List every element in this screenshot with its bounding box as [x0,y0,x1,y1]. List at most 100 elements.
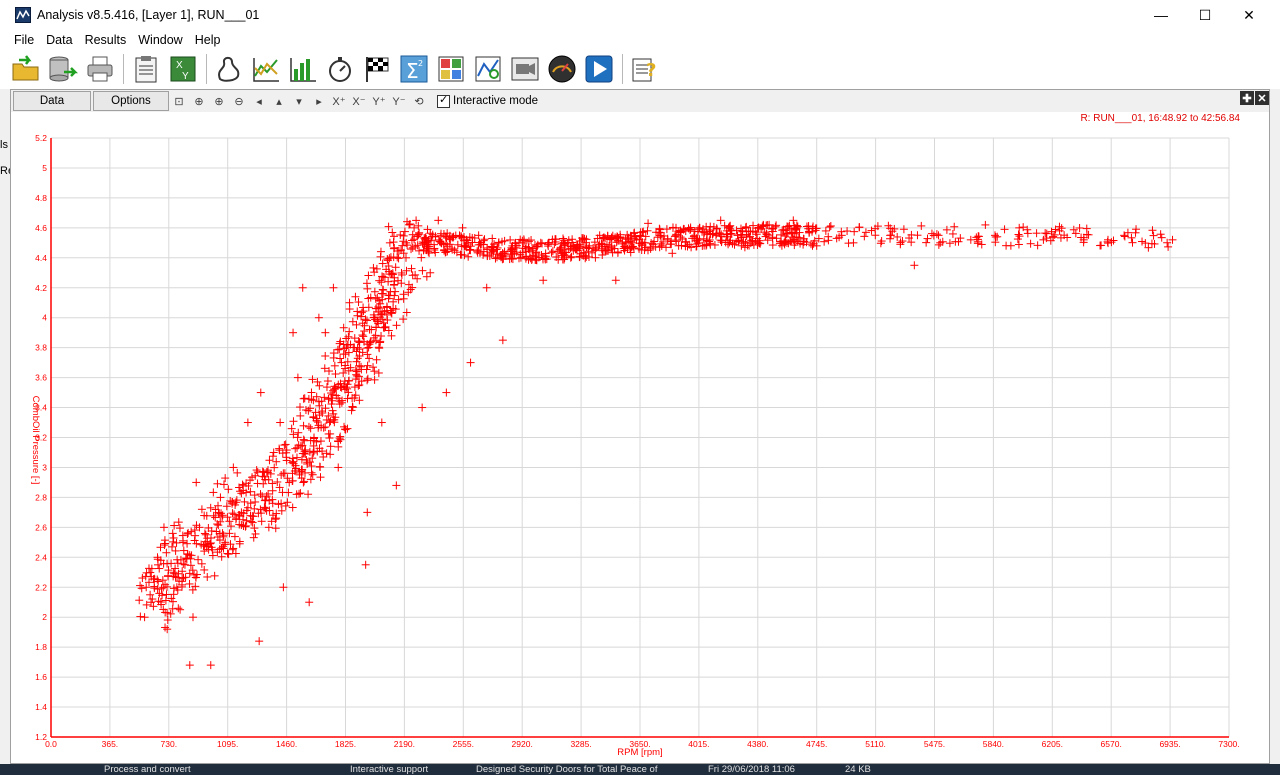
x-tick-label: 2190. [394,739,415,749]
data-point [374,368,383,377]
data-point [345,298,354,307]
taskbar-item[interactable]: Process and convert [104,764,191,775]
data-point [860,232,869,241]
data-point [140,613,149,622]
data-point [1164,242,1173,251]
data-point [417,253,426,262]
data-point [240,497,249,506]
x-tick-label: 2555. [453,739,474,749]
data-point [370,367,379,376]
data-point [377,289,386,298]
data-point [229,463,238,472]
data-point [886,231,895,240]
data-point [321,328,330,337]
data-point [399,290,408,299]
data-point [413,274,422,283]
data-point [716,216,725,225]
data-point [973,239,982,248]
data-point [283,498,292,507]
y-tick-label: 2.6 [35,522,47,532]
data-point [991,231,1000,240]
y-tick-label: 3.6 [35,373,47,383]
data-point [391,287,400,296]
chart-grid [50,137,1230,738]
data-point [948,229,957,238]
data-point [163,582,172,591]
data-point [353,343,362,352]
data-point [377,278,386,287]
taskbar-item: Fri 29/06/2018 11:06 [708,764,795,775]
data-point [322,383,331,392]
x-tick-label: 730. [161,739,178,749]
data-point [206,661,215,670]
x-tick-label: 4015. [688,739,709,749]
data-point [376,252,385,261]
data-point [392,321,401,330]
data-point [361,560,370,569]
data-point [284,488,293,497]
data-point [789,216,798,225]
y-tick-label: 4 [42,313,47,323]
data-point [453,240,462,249]
data-point [336,354,345,363]
data-point [1023,229,1032,238]
data-point [160,536,169,545]
data-point [306,475,315,484]
data-point [216,493,225,502]
taskbar-item[interactable]: Interactive support [350,764,428,775]
data-point [316,463,325,472]
data-point [1033,241,1042,250]
data-point [876,239,885,248]
y-tick-label: 1.4 [35,702,47,712]
data-point [1032,229,1041,238]
data-point [657,241,666,250]
data-point [322,449,331,458]
data-point [326,442,335,451]
y-tick-label: 5.2 [35,133,47,143]
data-point [1071,229,1080,238]
data-point [294,428,303,437]
data-point [256,490,265,499]
data-point [174,518,183,527]
data-point [372,323,381,332]
data-point [304,422,313,431]
data-point [1127,233,1136,242]
y-tick-label: 1.6 [35,672,47,682]
data-point [288,503,297,512]
data-point [289,328,298,337]
data-point [225,517,234,526]
data-point [162,590,171,599]
data-point [1157,233,1166,242]
data-point [539,276,548,285]
y-tick-label: 4.2 [35,283,47,293]
data-point [548,247,557,256]
data-point [299,421,308,430]
data-point [306,424,315,433]
data-point [321,423,330,432]
data-point [369,263,378,272]
data-point [418,403,427,412]
x-tick-label: 5475. [924,739,945,749]
x-tick-label: 6205. [1042,739,1063,749]
data-point [334,463,343,472]
data-point [358,331,367,340]
data-point [945,239,954,248]
data-point [314,313,323,322]
data-point [363,284,372,293]
data-point [372,355,381,364]
taskbar-item[interactable]: Designed Security Doors for Total Peace … [476,764,657,775]
data-point [377,332,386,341]
x-tick-label: 7300. [1218,739,1239,749]
data-point [567,252,576,261]
data-point [733,231,742,240]
data-point [824,236,833,245]
y-tick-label: 4.4 [35,253,47,263]
data-point [169,568,178,577]
x-tick-label: 3285. [570,739,591,749]
x-axis-label: RPM [rpm] [617,747,662,758]
data-point [907,238,916,247]
data-point [942,225,951,234]
data-point [1014,230,1023,239]
data-point [434,216,443,225]
data-point [608,248,617,257]
